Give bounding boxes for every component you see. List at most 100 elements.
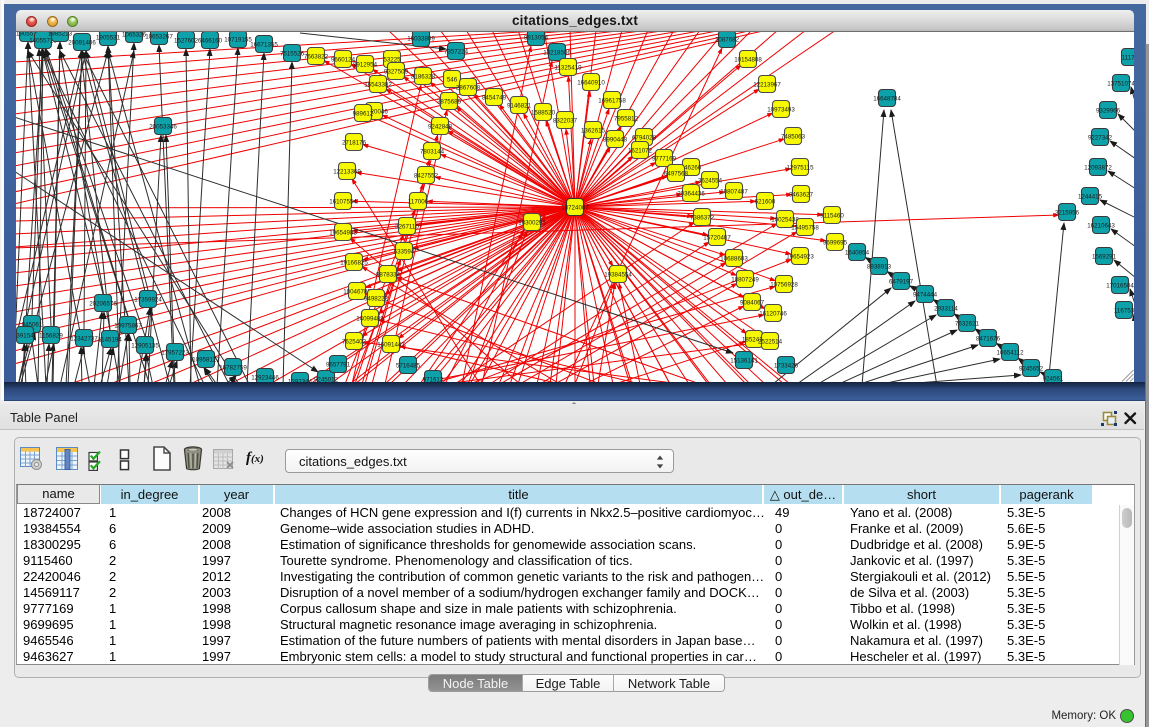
svg-text:3624554: 3624554 xyxy=(698,177,723,184)
svg-text:16107554: 16107554 xyxy=(329,198,357,205)
svg-text:2087682: 2087682 xyxy=(715,36,740,43)
svg-text:117006: 117006 xyxy=(408,198,429,205)
svg-text:2933114: 2933114 xyxy=(934,305,958,312)
svg-text:8813054: 8813054 xyxy=(524,34,549,41)
svg-text:10958127: 10958127 xyxy=(192,356,220,363)
svg-text:13218506: 13218506 xyxy=(543,49,571,56)
svg-text:16782759: 16782759 xyxy=(219,364,247,371)
svg-text:8427552: 8427552 xyxy=(414,172,439,179)
svg-text:11172: 11172 xyxy=(1122,54,1134,61)
svg-text:9463627: 9463627 xyxy=(789,191,814,198)
svg-text:9660124: 9660124 xyxy=(331,56,356,63)
svg-text:8186328: 8186328 xyxy=(411,73,436,80)
svg-text:15136141: 15136141 xyxy=(730,357,758,364)
svg-text:12905135: 12905135 xyxy=(131,342,159,349)
svg-text:11325419: 11325419 xyxy=(554,64,582,71)
svg-text:1733426: 1733426 xyxy=(774,362,799,369)
svg-text:8878334: 8878334 xyxy=(376,271,401,278)
svg-text:1362615: 1362615 xyxy=(581,127,606,134)
svg-text:9699695: 9699695 xyxy=(823,239,848,246)
svg-text:7955812: 7955812 xyxy=(614,115,639,122)
svg-text:20206576: 20206576 xyxy=(89,300,117,307)
svg-text:9498222: 9498222 xyxy=(364,295,389,302)
svg-text:19654923: 19654923 xyxy=(786,253,814,260)
svg-text:2867608: 2867608 xyxy=(456,84,481,91)
svg-text:6479197: 6479197 xyxy=(889,278,914,285)
svg-text:16120746: 16120746 xyxy=(759,310,787,317)
svg-text:10807487: 10807487 xyxy=(720,188,748,195)
svg-text:7485063: 7485063 xyxy=(781,133,806,140)
svg-text:16210643: 16210643 xyxy=(1087,222,1115,229)
svg-text:8912954: 8912954 xyxy=(353,61,378,68)
svg-text:1156829: 1156829 xyxy=(39,332,63,339)
svg-text:9329966: 9329966 xyxy=(1096,107,1121,114)
svg-text:7632621: 7632621 xyxy=(955,320,980,327)
svg-text:989612: 989612 xyxy=(353,110,374,117)
svg-text:7386372: 7386372 xyxy=(690,214,715,221)
svg-text:10719155: 10719155 xyxy=(224,36,252,43)
svg-text:10154808: 10154808 xyxy=(734,56,762,63)
svg-text:9777169: 9777169 xyxy=(652,155,677,162)
svg-text:1985213: 1985213 xyxy=(48,32,73,37)
svg-text:10973493: 10973493 xyxy=(767,106,795,113)
svg-text:924561: 924561 xyxy=(1043,375,1064,382)
svg-text:8990448: 8990448 xyxy=(603,136,628,143)
svg-text:2718176: 2718176 xyxy=(342,139,367,146)
svg-text:9657791: 9657791 xyxy=(326,361,351,368)
svg-text:20053346: 20053346 xyxy=(149,123,177,130)
svg-text:9245652: 9245652 xyxy=(1019,365,1044,372)
svg-text:7625402: 7625402 xyxy=(342,338,367,345)
svg-text:8454749: 8454749 xyxy=(482,94,507,101)
svg-text:6466160: 6466160 xyxy=(198,37,223,44)
svg-text:7357224: 7357224 xyxy=(444,48,469,55)
svg-text:16033809: 16033809 xyxy=(407,35,435,42)
svg-text:9227342: 9227342 xyxy=(1088,134,1113,141)
svg-text:7803144: 7803144 xyxy=(420,148,445,155)
svg-text:7663822: 7663822 xyxy=(304,53,329,60)
svg-text:12975115: 12975115 xyxy=(786,164,814,171)
svg-text:3875685: 3875685 xyxy=(437,98,462,105)
svg-text:12342737: 12342737 xyxy=(70,335,98,342)
svg-text:14099489: 14099489 xyxy=(356,315,384,322)
svg-text:9245012: 9245012 xyxy=(314,376,339,382)
svg-text:16640910: 16640910 xyxy=(577,79,605,86)
svg-text:8938913: 8938913 xyxy=(867,263,892,270)
svg-text:39154: 39154 xyxy=(16,332,34,339)
svg-text:2522514: 2522514 xyxy=(758,338,783,345)
svg-text:1244415: 1244415 xyxy=(1078,193,1103,200)
svg-text:15720407: 15720407 xyxy=(703,234,731,241)
svg-text:17957223: 17957223 xyxy=(161,349,189,356)
svg-text:1065326: 1065326 xyxy=(122,32,147,38)
svg-text:971612: 971612 xyxy=(423,376,444,382)
svg-text:9084067: 9084067 xyxy=(740,299,765,306)
svg-text:7515526: 7515526 xyxy=(280,50,305,57)
svg-text:16543382: 16543382 xyxy=(364,81,392,88)
svg-text:5716485: 5716485 xyxy=(396,362,421,369)
svg-text:9146821: 9146821 xyxy=(507,102,532,109)
svg-text:20364436: 20364436 xyxy=(677,190,705,197)
svg-text:16961758: 16961758 xyxy=(598,97,626,104)
svg-text:12213967: 12213967 xyxy=(753,81,781,88)
svg-text:3267110: 3267110 xyxy=(395,223,419,230)
svg-text:9327509: 9327509 xyxy=(384,68,409,75)
svg-text:17016504: 17016504 xyxy=(1106,282,1134,289)
svg-text:6794028: 6794028 xyxy=(632,134,657,141)
svg-text:10654112: 10654112 xyxy=(996,349,1024,356)
svg-text:10756928: 10756928 xyxy=(770,281,798,288)
svg-text:3215956: 3215956 xyxy=(1055,209,1080,216)
svg-text:19166825: 19166825 xyxy=(340,259,368,266)
svg-text:6497568: 6497568 xyxy=(664,170,689,177)
svg-text:19384554: 19384554 xyxy=(604,271,632,278)
svg-text:1527602: 1527602 xyxy=(174,37,199,44)
svg-text:17359924: 17359924 xyxy=(134,296,162,303)
svg-text:9242848: 9242848 xyxy=(428,123,453,130)
svg-text:8471676: 8471676 xyxy=(976,335,1001,342)
svg-text:12923446: 12923446 xyxy=(251,374,279,381)
svg-text:1640954: 1640954 xyxy=(845,249,870,256)
svg-text:10653267: 10653267 xyxy=(145,33,173,40)
svg-text:1588520: 1588520 xyxy=(531,109,556,116)
svg-text:12213369: 12213369 xyxy=(333,168,361,175)
svg-text:13751074: 13751074 xyxy=(1107,80,1134,87)
svg-text:546: 546 xyxy=(447,76,458,83)
svg-text:8322037: 8322037 xyxy=(553,117,578,124)
